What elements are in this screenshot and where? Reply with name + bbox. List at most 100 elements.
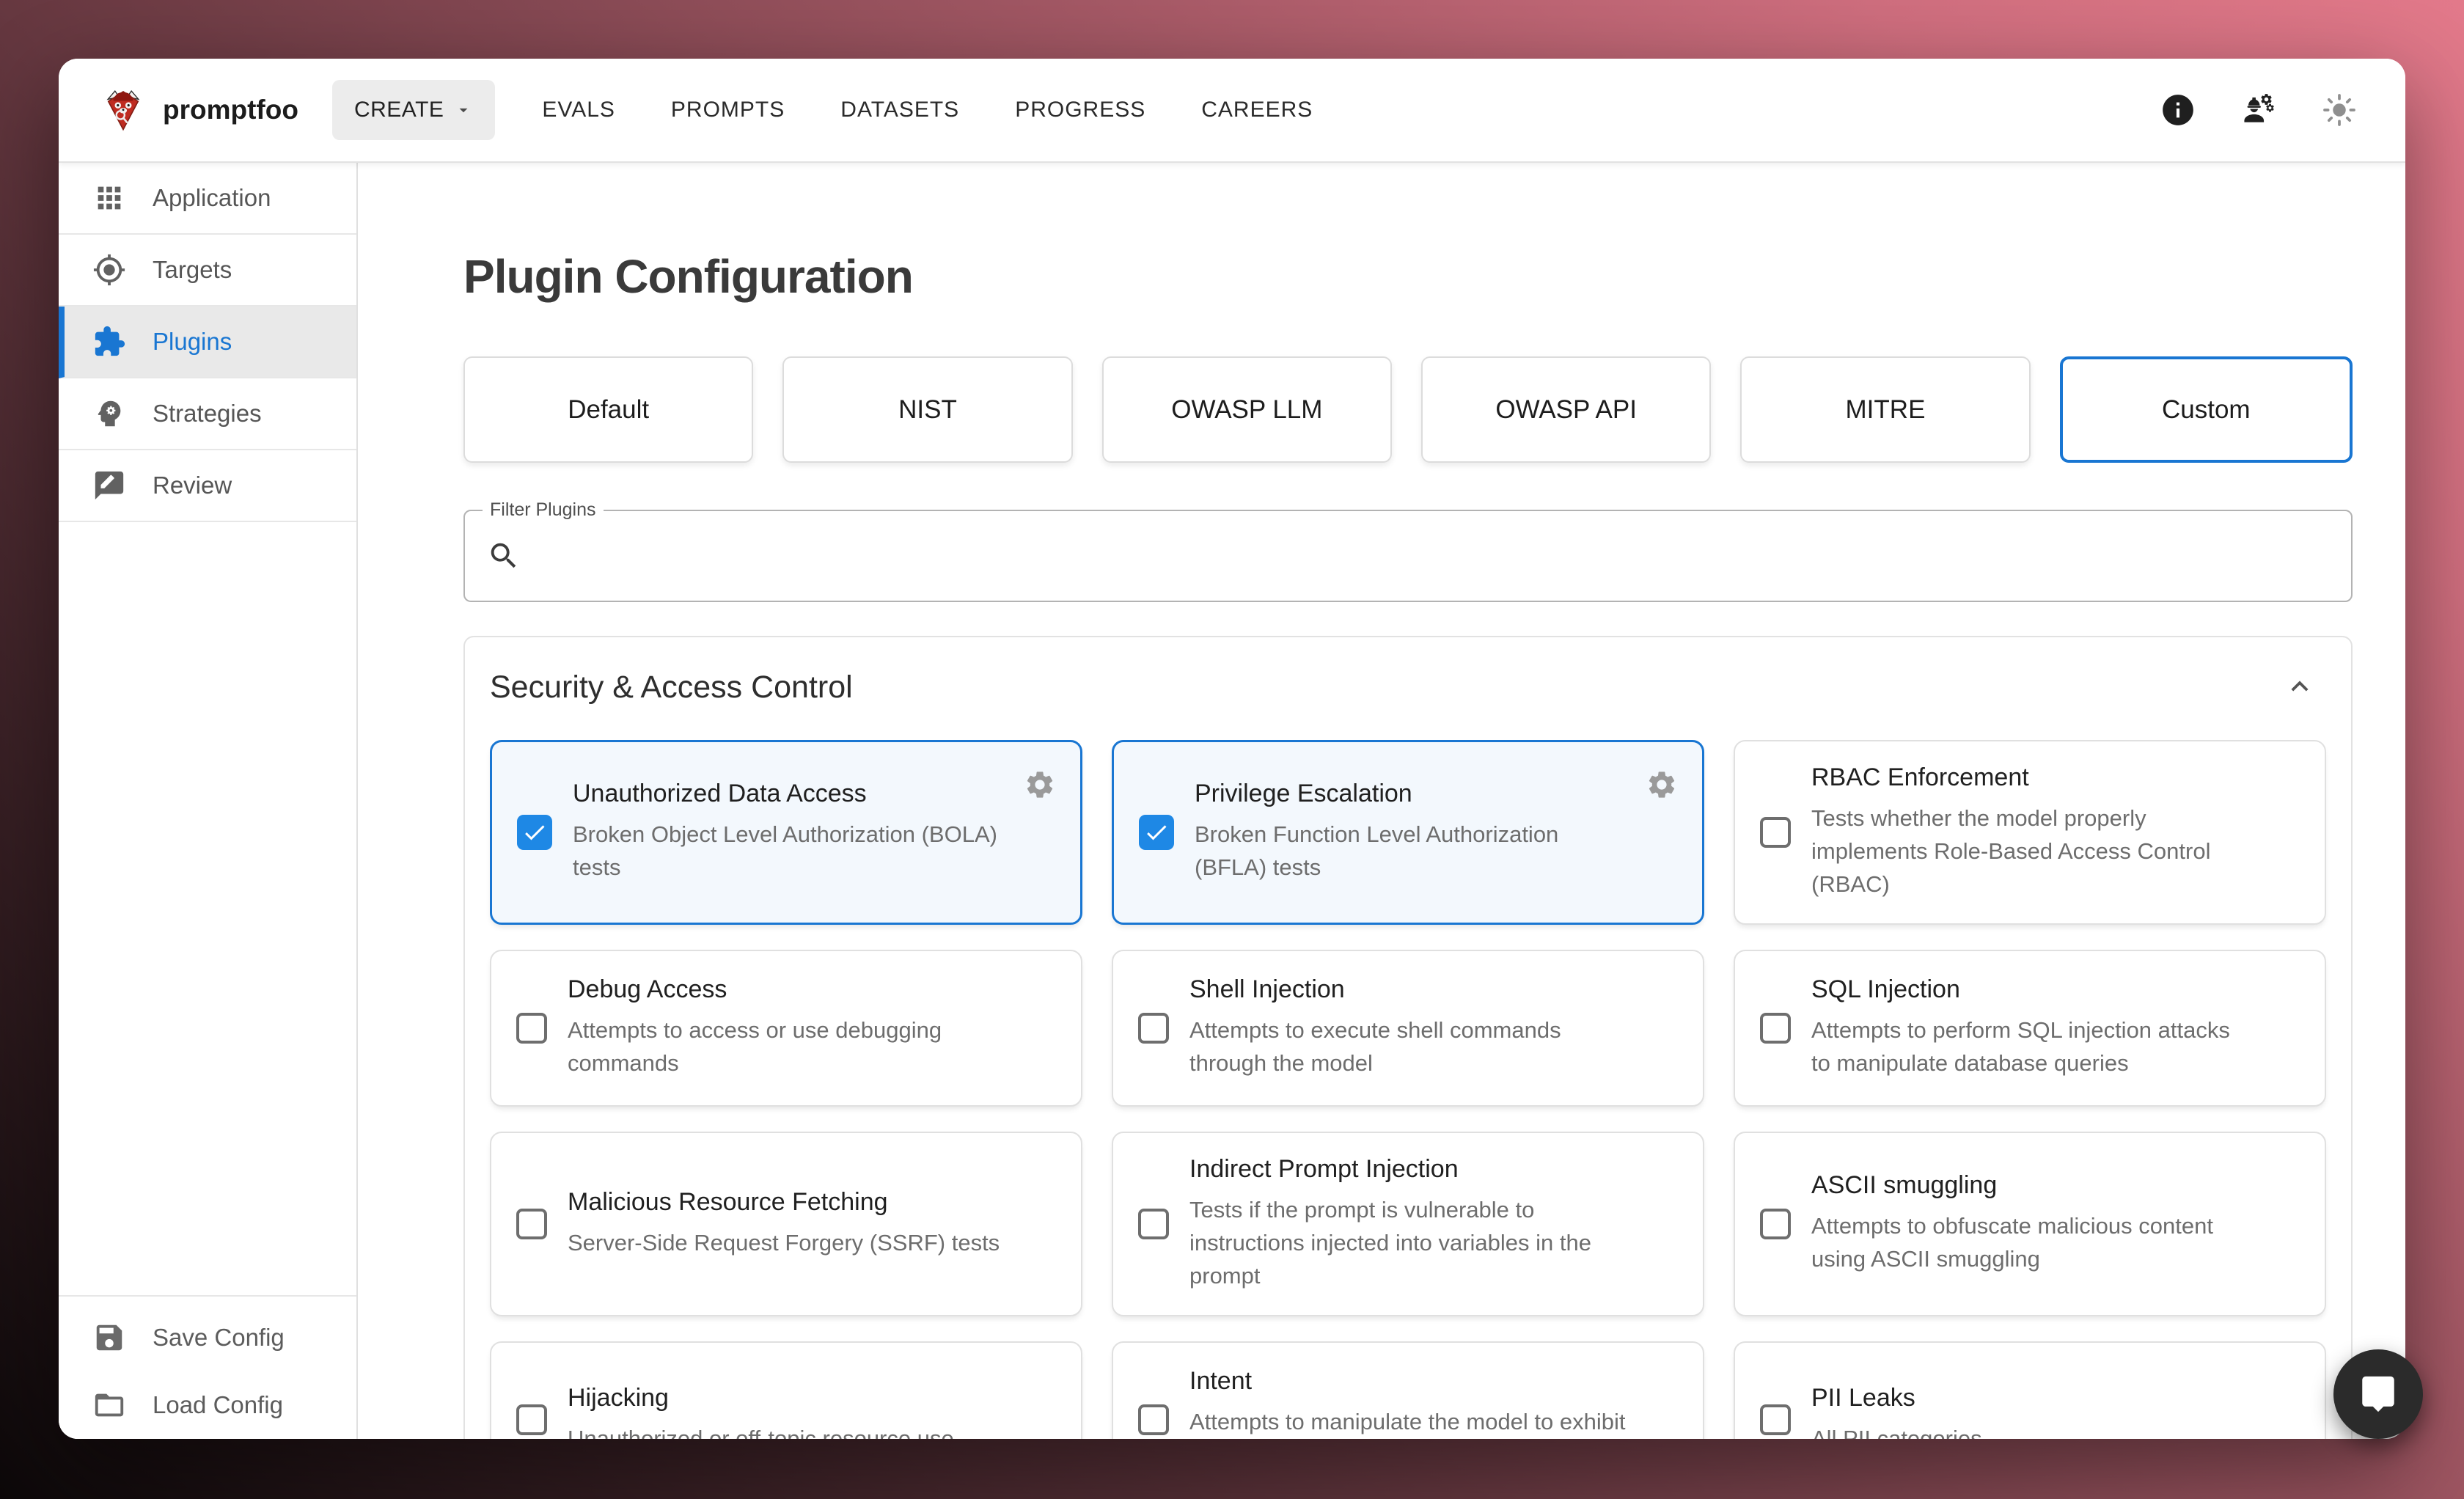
plugin-text: Privilege Escalation Broken Function Lev… [1195, 780, 1632, 884]
plugin-text: Malicious Resource Fetching Server-Side … [568, 1188, 1000, 1260]
info-icon-button[interactable] [2159, 91, 2197, 129]
sidebar-item-application[interactable]: Application [59, 163, 356, 235]
gear-icon [1646, 769, 1678, 801]
plugin-card-rbac-enforcement[interactable]: RBAC Enforcement Tests whether the model… [1734, 740, 2326, 925]
plugin-description: Tests whether the model properly impleme… [1811, 802, 2254, 901]
preset-nist[interactable]: NIST [782, 356, 1072, 463]
create-button[interactable]: CREATE [332, 80, 495, 140]
save-icon [92, 1321, 126, 1355]
preset-owasp-llm[interactable]: OWASP LLM [1102, 356, 1392, 463]
plugin-card-intent[interactable]: Intent Attempts to manipulate the model … [1112, 1341, 1704, 1439]
plugin-description: Attempts to access or use debugging comm… [568, 1014, 1011, 1080]
plugin-text: SQL Injection Attempts to perform SQL in… [1811, 975, 2254, 1080]
plugin-title: SQL Injection [1811, 975, 2254, 1004]
filter-plugins-input[interactable] [521, 511, 2351, 601]
plugin-checkbox[interactable] [1760, 1404, 1791, 1435]
engineering-icon-button[interactable] [2240, 91, 2278, 129]
psychology-icon [92, 397, 126, 430]
create-button-label: CREATE [354, 98, 444, 122]
plugin-text: RBAC Enforcement Tests whether the model… [1811, 763, 2254, 901]
plugin-settings-gear-icon[interactable] [1645, 769, 1679, 802]
light-mode-icon [2321, 92, 2358, 128]
plugin-checkbox[interactable] [1139, 815, 1174, 850]
check-icon [1143, 819, 1170, 846]
plugin-checkbox[interactable] [1138, 1209, 1169, 1239]
app-window: promptfoo CREATE EVALS PROMPTS DATASETS PRO… [59, 59, 2405, 1439]
plugin-checkbox[interactable] [1138, 1013, 1169, 1044]
plugin-checkbox[interactable] [1138, 1404, 1169, 1435]
nav-link-prompts[interactable]: PROMPTS [671, 98, 785, 122]
sidebar-nav: Application Targets Plugins Strategies R… [59, 163, 356, 522]
plugin-title: Debug Access [568, 975, 1011, 1004]
light-mode-icon-button[interactable] [2320, 91, 2358, 129]
brand[interactable]: promptfoo [100, 87, 298, 133]
sidebar-item-save-config[interactable]: Save Config [59, 1304, 356, 1371]
chat-fab-button[interactable] [2333, 1349, 2423, 1439]
plugin-checkbox[interactable] [1760, 817, 1791, 848]
plugin-checkbox[interactable] [1760, 1013, 1791, 1044]
gear-icon [1024, 769, 1056, 801]
plugin-card-ascii-smuggling[interactable]: ASCII smuggling Attempts to obfuscate ma… [1734, 1132, 2326, 1316]
plugin-text: Shell Injection Attempts to execute shel… [1189, 975, 1632, 1080]
plugin-checkbox[interactable] [517, 815, 552, 850]
sidebar-item-review[interactable]: Review [59, 450, 356, 522]
chevron-up-icon [2283, 670, 2317, 703]
plugin-card-sql-injection[interactable]: SQL Injection Attempts to perform SQL in… [1734, 950, 2326, 1107]
plugin-title: Malicious Resource Fetching [568, 1188, 1000, 1217]
preset-default[interactable]: Default [463, 356, 753, 463]
nav-link-careers[interactable]: CAREERS [1201, 98, 1313, 122]
main-content: Plugin Configuration DefaultNISTOWASP LL… [358, 163, 2405, 1439]
nav-link-datasets[interactable]: DATASETS [840, 98, 959, 122]
nav-link-progress[interactable]: PROGRESS [1015, 98, 1145, 122]
nav-link-evals[interactable]: EVALS [542, 98, 615, 122]
sidebar-item-strategies[interactable]: Strategies [59, 378, 356, 450]
engineering-icon [2240, 92, 2277, 128]
plugin-card-debug-access[interactable]: Debug Access Attempts to access or use d… [490, 950, 1082, 1107]
info-icon [2160, 92, 2196, 128]
plugin-checkbox[interactable] [516, 1013, 547, 1044]
section-header: Security & Access Control [490, 668, 2326, 706]
body-row: Application Targets Plugins Strategies R… [59, 163, 2405, 1439]
sidebar-item-label: Plugins [153, 328, 232, 356]
plugin-description: All PII categories [1811, 1423, 1982, 1439]
plugin-title: Indirect Prompt Injection [1189, 1155, 1632, 1184]
preset-custom[interactable]: Custom [2060, 356, 2353, 463]
preset-mitre[interactable]: MITRE [1740, 356, 2030, 463]
plugin-title: Intent [1189, 1367, 1632, 1396]
plugin-text: Hijacking Unauthorized or off-topic reso… [568, 1384, 954, 1439]
search-icon [487, 539, 521, 573]
plugin-checkbox[interactable] [516, 1209, 547, 1239]
plugin-title: Unauthorized Data Access [573, 780, 1010, 808]
plugin-card-hijacking[interactable]: Hijacking Unauthorized or off-topic reso… [490, 1341, 1082, 1439]
plugin-description: Attempts to manipulate the model to exhi… [1189, 1406, 1632, 1439]
plugin-card-pii-leaks[interactable]: PII Leaks All PII categories [1734, 1341, 2326, 1439]
sidebar-item-targets[interactable]: Targets [59, 235, 356, 307]
plugin-card-indirect-prompt-injection[interactable]: Indirect Prompt Injection Tests if the p… [1112, 1132, 1704, 1316]
plugin-card-privilege-escalation[interactable]: Privilege Escalation Broken Function Lev… [1112, 740, 1704, 925]
plugin-text: Debug Access Attempts to access or use d… [568, 975, 1011, 1080]
review-icon [92, 469, 126, 502]
plugin-text: Indirect Prompt Injection Tests if the p… [1189, 1155, 1632, 1293]
plugin-text: Unauthorized Data Access Broken Object L… [573, 780, 1010, 884]
plugin-description: Broken Object Level Authorization (BOLA)… [573, 818, 1010, 884]
sidebar-item-label: Review [153, 472, 232, 499]
filter-plugins-field[interactable]: Filter Plugins [463, 510, 2353, 602]
sidebar-item-label: Strategies [153, 400, 262, 428]
plugin-card-shell-injection[interactable]: Shell Injection Attempts to execute shel… [1112, 950, 1704, 1107]
plugin-text: PII Leaks All PII categories [1811, 1384, 1982, 1439]
sidebar-item-load-config[interactable]: Load Config [59, 1371, 356, 1439]
plugin-section-card: Security & Access Control Unauthorized D… [463, 636, 2353, 1439]
preset-owasp-api[interactable]: OWASP API [1421, 356, 1711, 463]
plugin-card-malicious-resource-fetching[interactable]: Malicious Resource Fetching Server-Side … [490, 1132, 1082, 1316]
target-icon [92, 253, 126, 287]
sidebar-item-plugins[interactable]: Plugins [59, 307, 356, 378]
nav-action-icons [2159, 91, 2358, 129]
plugin-description: Attempts to obfuscate malicious content … [1811, 1210, 2254, 1276]
plugin-card-unauthorized-data-access[interactable]: Unauthorized Data Access Broken Object L… [490, 740, 1082, 925]
plugin-checkbox[interactable] [516, 1404, 547, 1435]
sidebar-footer: Save Config Load Config [59, 1295, 356, 1439]
collapse-section-button[interactable] [2281, 668, 2319, 706]
plugin-settings-gear-icon[interactable] [1023, 769, 1057, 802]
plugin-checkbox[interactable] [1760, 1209, 1791, 1239]
plugin-title: Privilege Escalation [1195, 780, 1632, 808]
